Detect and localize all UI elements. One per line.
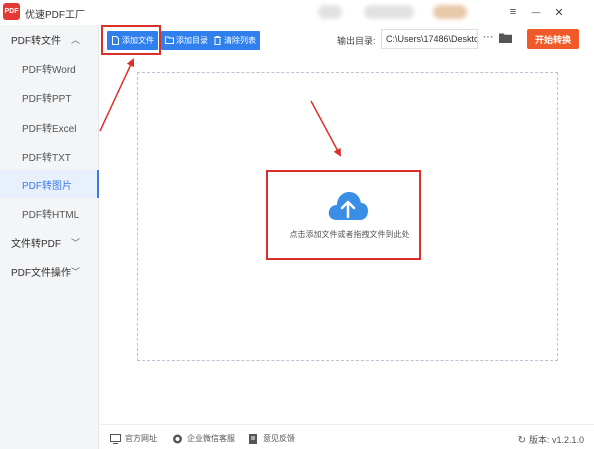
blurred-area [364, 5, 414, 19]
wechat-support-label: 企业微信客服 [187, 434, 235, 443]
open-folder-button[interactable] [499, 32, 512, 43]
monitor-icon [110, 433, 121, 444]
add-folder-label: 添加目录 [176, 36, 208, 45]
sidebar-item-pdf-to-image[interactable]: PDF转图片 [0, 170, 99, 198]
blurred-avatar [433, 5, 467, 19]
official-website-link[interactable]: 官方网址 [110, 433, 157, 444]
sidebar-item-label: PDF转HTML [22, 209, 80, 221]
minimize-button[interactable]: — [526, 2, 546, 22]
annotation-arrow [99, 58, 135, 132]
feedback-label: 意见反馈 [263, 434, 295, 443]
chevron-down-icon: ﹀ [70, 238, 80, 248]
clear-list-button[interactable]: 清除列表 [209, 31, 260, 50]
sidebar-item-label: PDF转Word [22, 64, 76, 76]
cloud-upload-icon[interactable] [327, 191, 369, 221]
chevron-down-icon: ﹀ [70, 267, 80, 277]
refresh-icon[interactable]: ↻ [518, 435, 526, 446]
sidebar-group-label: 文件转PDF [11, 238, 61, 250]
sidebar-item-pdf-to-html[interactable]: PDF转HTML [0, 199, 99, 227]
title-bar: PDF 优速PDF工厂 ≡ — ✕ [0, 0, 594, 25]
sidebar-group-label: PDF文件操作 [11, 267, 71, 279]
folder-icon [499, 33, 512, 43]
feedback-link[interactable]: 意见反馈 [248, 433, 295, 444]
official-website-label: 官方网址 [125, 434, 157, 443]
sidebar-group-pdf-to-file[interactable]: PDF转文件 ︿ [0, 25, 99, 53]
sidebar-group-pdf-operations[interactable]: PDF文件操作 ﹀ [0, 257, 99, 285]
folder-icon [165, 36, 174, 45]
sidebar-item-pdf-to-excel[interactable]: PDF转Excel [0, 113, 99, 141]
footer: 官方网址 企业微信客服 意见反馈 ↻ 版本: v1.2.1.0 [99, 424, 594, 449]
sidebar-item-label: PDF转Excel [22, 123, 77, 135]
sidebar-item-pdf-to-ppt[interactable]: PDF转PPT [0, 83, 99, 111]
sidebar-item-label: PDF转TXT [22, 152, 71, 164]
start-convert-button[interactable]: 开始转换 [527, 29, 579, 49]
version-label: 版本: v1.2.1.0 [528, 435, 584, 445]
trash-icon [213, 36, 221, 45]
sidebar-group-file-to-pdf[interactable]: 文件转PDF ﹀ [0, 228, 99, 256]
chat-icon [173, 434, 182, 443]
output-path-field[interactable]: C:\Users\17486\Deskto [381, 29, 478, 49]
sidebar-item-label: PDF转PPT [22, 93, 72, 105]
app-logo: PDF [3, 3, 20, 20]
sidebar-item-pdf-to-txt[interactable]: PDF转TXT [0, 142, 99, 170]
add-file-label: 添加文件 [122, 36, 154, 45]
blurred-area [318, 5, 342, 19]
sidebar-item-pdf-to-word[interactable]: PDF转Word [0, 54, 99, 82]
drop-zone-hint[interactable]: 点击添加文件或者拖拽文件到此处 [278, 229, 421, 240]
sidebar: PDF转文件 ︿ PDF转Word PDF转PPT PDF转Excel PDF转… [0, 25, 99, 449]
output-dir-label: 输出目录: [337, 36, 376, 46]
clear-list-label: 清除列表 [224, 36, 256, 45]
sidebar-item-label: PDF转图片 [22, 180, 72, 192]
app-title: 优速PDF工厂 [25, 10, 85, 21]
file-icon [111, 36, 119, 45]
close-button[interactable]: ✕ [549, 2, 569, 22]
more-button[interactable]: ··· [481, 31, 495, 45]
chevron-up-icon: ︿ [70, 35, 80, 45]
version-info: ↻ 版本: v1.2.1.0 [518, 433, 584, 446]
sidebar-group-label: PDF转文件 [11, 35, 61, 47]
add-folder-button[interactable]: 添加目录 [161, 31, 212, 50]
wechat-support-link[interactable]: 企业微信客服 [172, 433, 235, 444]
menu-button[interactable]: ≡ [503, 2, 523, 22]
add-file-button[interactable]: 添加文件 [107, 31, 158, 50]
feedback-icon [249, 433, 257, 444]
